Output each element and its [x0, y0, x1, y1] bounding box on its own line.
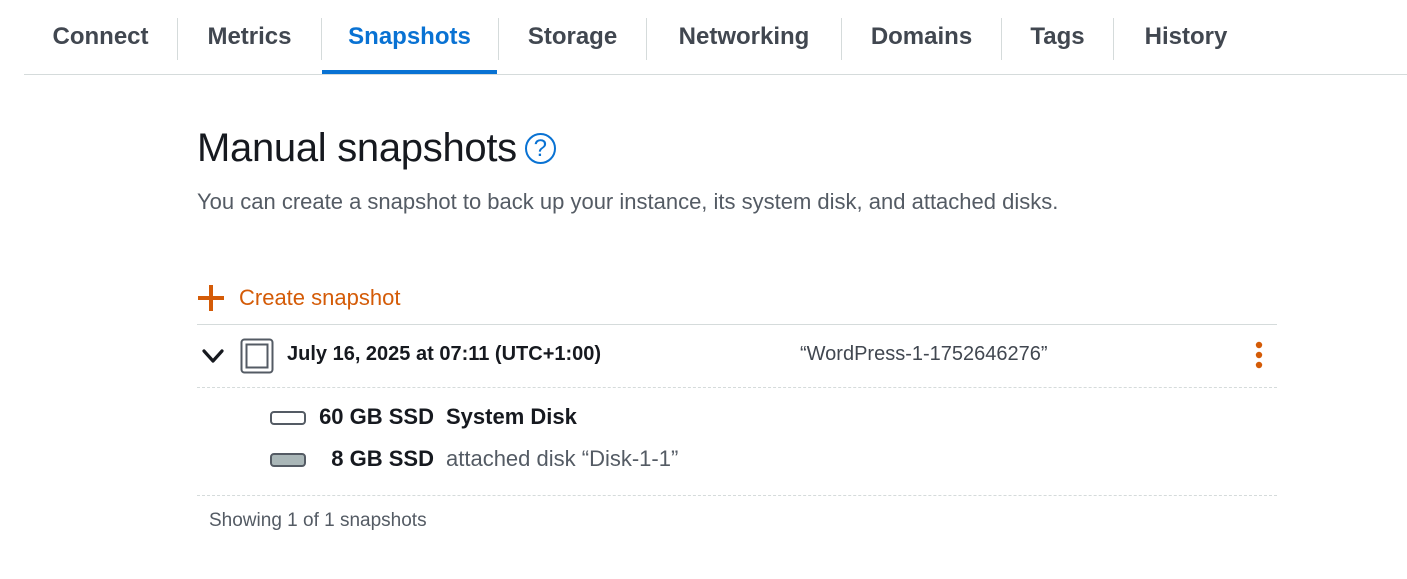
system-disk-size: 60 GB SSD — [319, 404, 434, 429]
attached-disk-label: attached disk “Disk-1-1” — [446, 446, 679, 471]
chevron-down-icon[interactable] — [200, 343, 226, 369]
tab-domains[interactable]: Domains — [842, 0, 1001, 74]
snapshot-name: “WordPress-1-1752646276” — [800, 343, 1048, 365]
section-heading: Manual snapshots ? — [197, 122, 556, 174]
row-divider — [197, 387, 1277, 388]
tab-metrics[interactable]: Metrics — [178, 0, 321, 74]
attached-disk-size: 8 GB SSD — [331, 446, 434, 471]
tab-networking[interactable]: Networking — [647, 0, 841, 74]
row-divider — [197, 495, 1277, 496]
list-divider — [197, 324, 1277, 325]
snapshots-page: Connect Metrics Snapshots Storage Networ… — [0, 0, 1407, 579]
tab-snapshots[interactable]: Snapshots — [322, 0, 497, 74]
tab-connect[interactable]: Connect — [24, 0, 177, 74]
system-disk-label: System Disk — [446, 404, 577, 429]
instance-tabs: Connect Metrics Snapshots Storage Networ… — [24, 0, 1407, 75]
snapshot-icon — [240, 338, 274, 374]
create-snapshot-button[interactable]: Create snapshot — [197, 280, 400, 316]
help-icon[interactable]: ? — [524, 132, 556, 164]
plus-icon — [198, 285, 224, 311]
page-title: Manual snapshots — [197, 125, 517, 170]
tab-storage[interactable]: Storage — [499, 0, 646, 74]
create-snapshot-label: Create snapshot — [239, 285, 401, 310]
section-description: You can create a snapshot to back up you… — [197, 189, 1059, 214]
tab-tags[interactable]: Tags — [1002, 0, 1113, 74]
more-actions-icon[interactable] — [1249, 340, 1269, 370]
tab-history[interactable]: History — [1114, 0, 1258, 74]
snapshot-date: July 16, 2025 at 07:11 (UTC+1:00) — [287, 343, 602, 365]
snapshot-count: Showing 1 of 1 snapshots — [209, 510, 427, 531]
